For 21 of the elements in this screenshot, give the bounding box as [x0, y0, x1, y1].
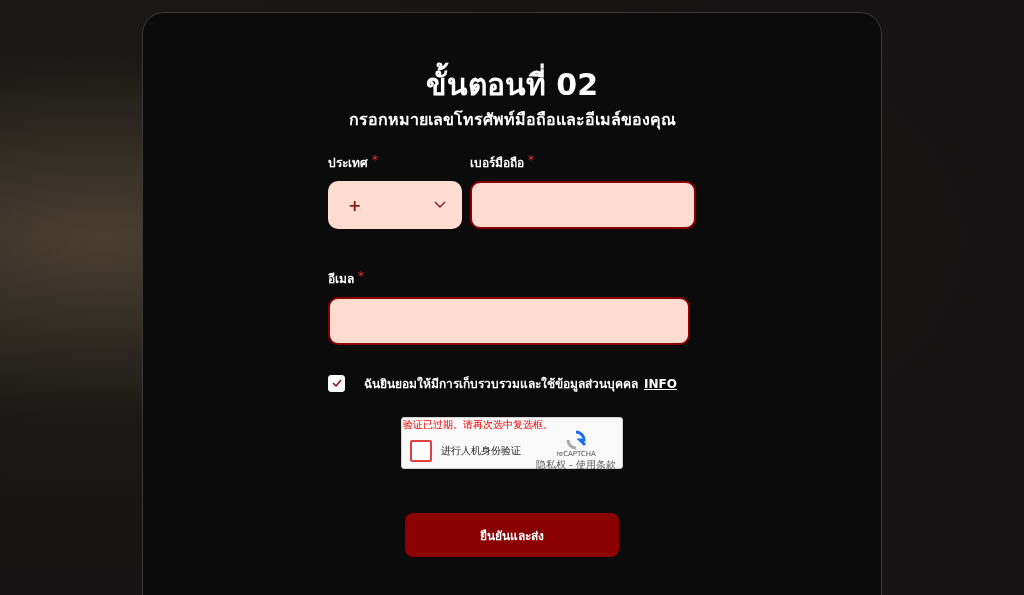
captcha-label: 进行人机身份验证 [441, 444, 522, 458]
step-subtitle: กรอกหมายเลขโทรศัพท์มือถือและอีเมล์ของคุณ [348, 109, 676, 131]
phone-input[interactable] [470, 181, 696, 229]
field-label: อีเมล [328, 271, 354, 288]
checkmark-icon [331, 379, 342, 387]
consent-text: ฉันยินยอมให้มีการเก็บรวบรวมและใช้ข้อมูลส่วนบุคคล [364, 377, 638, 391]
field-label: เบอร์มือถือ [470, 155, 524, 172]
consent-checkbox[interactable] [328, 374, 345, 392]
chevron-down-icon [434, 201, 446, 209]
country-select[interactable]: + [328, 181, 462, 229]
required-asterisk: * [528, 153, 534, 167]
info-link[interactable]: INFO [644, 377, 677, 391]
field-label: ประเทศ [328, 155, 368, 172]
captcha-terms-link[interactable]: 隐私权 - 使用条款 [536, 458, 616, 472]
email-input[interactable] [328, 297, 690, 345]
required-asterisk: * [358, 269, 364, 283]
required-asterisk: * [372, 153, 378, 167]
submit-button[interactable]: ยืนยันและส่ง [405, 513, 619, 557]
recaptcha-logo-icon [565, 430, 587, 450]
captcha-checkbox[interactable] [410, 440, 432, 462]
captcha-error: 验证已过期。请再次选中复选框。 [402, 418, 554, 430]
